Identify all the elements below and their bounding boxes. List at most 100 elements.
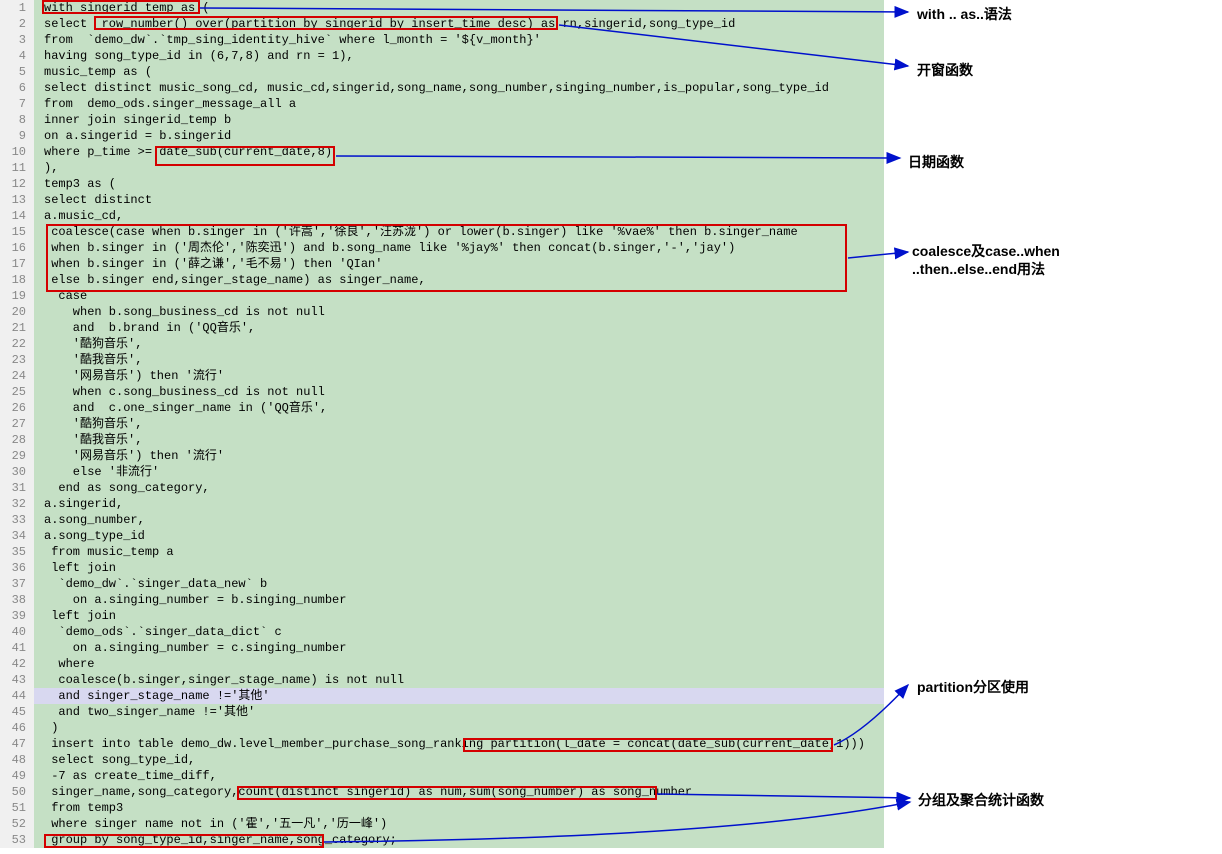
code-line[interactable]: 25 when c.song_business_cd is not null — [0, 384, 884, 400]
code-text[interactable]: coalesce(case when b.singer in ('许嵩','徐良… — [34, 224, 884, 240]
code-line[interactable]: 33a.song_number, — [0, 512, 884, 528]
code-text[interactable]: when b.song_business_cd is not null — [34, 304, 884, 320]
code-text[interactable]: and singer_stage_name !='其他' — [34, 688, 884, 704]
code-line[interactable]: 13select distinct — [0, 192, 884, 208]
code-line[interactable]: 31 end as song_category, — [0, 480, 884, 496]
code-line[interactable]: 8inner join singerid_temp b — [0, 112, 884, 128]
code-line[interactable]: 2select row_number() over(partition by s… — [0, 16, 884, 32]
code-line[interactable]: 48 select song_type_id, — [0, 752, 884, 768]
code-text[interactable]: select song_type_id, — [34, 752, 884, 768]
code-line[interactable]: 49 -7 as create_time_diff, — [0, 768, 884, 784]
code-line[interactable]: 35 from music_temp a — [0, 544, 884, 560]
code-line[interactable]: 11), — [0, 160, 884, 176]
code-text[interactable]: else b.singer end,singer_stage_name) as … — [34, 272, 884, 288]
code-text[interactable]: when b.singer in ('周杰伦','陈奕迅') and b.son… — [34, 240, 884, 256]
code-text[interactable]: left join — [34, 560, 884, 576]
code-line[interactable]: 15 coalesce(case when b.singer in ('许嵩',… — [0, 224, 884, 240]
code-text[interactable]: a.music_cd, — [34, 208, 884, 224]
code-line[interactable]: 16 when b.singer in ('周杰伦','陈奕迅') and b.… — [0, 240, 884, 256]
code-line[interactable]: 6select distinct music_song_cd, music_cd… — [0, 80, 884, 96]
code-line[interactable]: 19 case — [0, 288, 884, 304]
code-line[interactable]: 30 else '非流行' — [0, 464, 884, 480]
code-text[interactable]: a.singerid, — [34, 496, 884, 512]
code-line[interactable]: 21 and b.brand in ('QQ音乐', — [0, 320, 884, 336]
code-text[interactable]: '网易音乐') then '流行' — [34, 448, 884, 464]
code-text[interactable]: select distinct — [34, 192, 884, 208]
code-text[interactable]: music_temp as ( — [34, 64, 884, 80]
code-line[interactable]: 17 when b.singer in ('薛之谦','毛不易') then '… — [0, 256, 884, 272]
code-line[interactable]: 3from `demo_dw`.`tmp_sing_identity_hive`… — [0, 32, 884, 48]
code-line[interactable]: 9on a.singerid = b.singerid — [0, 128, 884, 144]
code-text[interactable]: group by song_type_id,singer_name,song_c… — [34, 832, 884, 848]
code-text[interactable]: where singer name not in ('霍','五一凡','历一峰… — [34, 816, 884, 832]
code-text[interactable]: inner join singerid_temp b — [34, 112, 884, 128]
code-line[interactable]: 20 when b.song_business_cd is not null — [0, 304, 884, 320]
code-line[interactable]: 32a.singerid, — [0, 496, 884, 512]
code-line[interactable]: 28 '酷我音乐', — [0, 432, 884, 448]
code-line[interactable]: 4having song_type_id in (6,7,8) and rn =… — [0, 48, 884, 64]
code-text[interactable]: '酷我音乐', — [34, 352, 884, 368]
code-text[interactable]: select row_number() over(partition by si… — [34, 16, 884, 32]
code-text[interactable]: and c.one_singer_name in ('QQ音乐', — [34, 400, 884, 416]
code-line[interactable]: 22 '酷狗音乐', — [0, 336, 884, 352]
code-line[interactable]: 27 '酷狗音乐', — [0, 416, 884, 432]
code-line[interactable]: 7from demo_ods.singer_message_all a — [0, 96, 884, 112]
code-text[interactable]: on a.singerid = b.singerid — [34, 128, 884, 144]
code-text[interactable]: end as song_category, — [34, 480, 884, 496]
code-text[interactable]: a.song_number, — [34, 512, 884, 528]
code-line[interactable]: 39 left join — [0, 608, 884, 624]
code-text[interactable]: from music_temp a — [34, 544, 884, 560]
code-text[interactable]: left join — [34, 608, 884, 624]
code-text[interactable]: case — [34, 288, 884, 304]
code-text[interactable]: '网易音乐') then '流行' — [34, 368, 884, 384]
code-line[interactable]: 14a.music_cd, — [0, 208, 884, 224]
code-text[interactable]: else '非流行' — [34, 464, 884, 480]
code-text[interactable]: when c.song_business_cd is not null — [34, 384, 884, 400]
code-line[interactable]: 34a.song_type_id — [0, 528, 884, 544]
code-line[interactable]: 50 singer_name,song_category,count(disti… — [0, 784, 884, 800]
code-line[interactable]: 37 `demo_dw`.`singer_data_new` b — [0, 576, 884, 592]
code-line[interactable]: 40 `demo_ods`.`singer_data_dict` c — [0, 624, 884, 640]
code-text[interactable]: from `demo_dw`.`tmp_sing_identity_hive` … — [34, 32, 884, 48]
code-line[interactable]: 45 and two_singer_name !='其他' — [0, 704, 884, 720]
code-text[interactable]: where p_time >= date_sub(current_date,8) — [34, 144, 884, 160]
code-line[interactable]: 47 insert into table demo_dw.level_membe… — [0, 736, 884, 752]
code-text[interactable]: where — [34, 656, 884, 672]
code-text[interactable]: '酷狗音乐', — [34, 416, 884, 432]
code-line[interactable]: 38 on a.singing_number = b.singing_numbe… — [0, 592, 884, 608]
code-text[interactable]: `demo_ods`.`singer_data_dict` c — [34, 624, 884, 640]
code-line[interactable]: 43 coalesce(b.singer,singer_stage_name) … — [0, 672, 884, 688]
code-line[interactable]: 46 ) — [0, 720, 884, 736]
code-text[interactable]: from demo_ods.singer_message_all a — [34, 96, 884, 112]
code-text[interactable]: and b.brand in ('QQ音乐', — [34, 320, 884, 336]
code-text[interactable]: '酷狗音乐', — [34, 336, 884, 352]
code-line[interactable]: 23 '酷我音乐', — [0, 352, 884, 368]
code-text[interactable]: ) — [34, 720, 884, 736]
code-text[interactable]: temp3 as ( — [34, 176, 884, 192]
code-text[interactable]: coalesce(b.singer,singer_stage_name) is … — [34, 672, 884, 688]
code-line[interactable]: 51 from temp3 — [0, 800, 884, 816]
code-line[interactable]: 36 left join — [0, 560, 884, 576]
code-text[interactable]: from temp3 — [34, 800, 884, 816]
code-editor[interactable]: 1with singerid temp as (2select row_numb… — [0, 0, 884, 848]
code-text[interactable]: `demo_dw`.`singer_data_new` b — [34, 576, 884, 592]
code-text[interactable]: on a.singing_number = b.singing_number — [34, 592, 884, 608]
code-line[interactable]: 44 and singer_stage_name !='其他' — [0, 688, 884, 704]
code-line[interactable]: 42 where — [0, 656, 884, 672]
code-text[interactable]: singer_name,song_category,count(distinct… — [34, 784, 884, 800]
code-text[interactable]: insert into table demo_dw.level_member_p… — [34, 736, 884, 752]
code-text[interactable]: when b.singer in ('薛之谦','毛不易') then 'QIa… — [34, 256, 884, 272]
code-line[interactable]: 12temp3 as ( — [0, 176, 884, 192]
code-line[interactable]: 18 else b.singer end,singer_stage_name) … — [0, 272, 884, 288]
code-line[interactable]: 10where p_time >= date_sub(current_date,… — [0, 144, 884, 160]
code-text[interactable]: on a.singing_number = c.singing_number — [34, 640, 884, 656]
code-line[interactable]: 24 '网易音乐') then '流行' — [0, 368, 884, 384]
code-line[interactable]: 5music_temp as ( — [0, 64, 884, 80]
code-line[interactable]: 52 where singer name not in ('霍','五一凡','… — [0, 816, 884, 832]
code-text[interactable]: a.song_type_id — [34, 528, 884, 544]
code-text[interactable]: -7 as create_time_diff, — [34, 768, 884, 784]
code-line[interactable]: 53 group by song_type_id,singer_name,son… — [0, 832, 884, 848]
code-text[interactable]: with singerid temp as ( — [34, 0, 884, 16]
code-line[interactable]: 41 on a.singing_number = c.singing_numbe… — [0, 640, 884, 656]
code-line[interactable]: 29 '网易音乐') then '流行' — [0, 448, 884, 464]
